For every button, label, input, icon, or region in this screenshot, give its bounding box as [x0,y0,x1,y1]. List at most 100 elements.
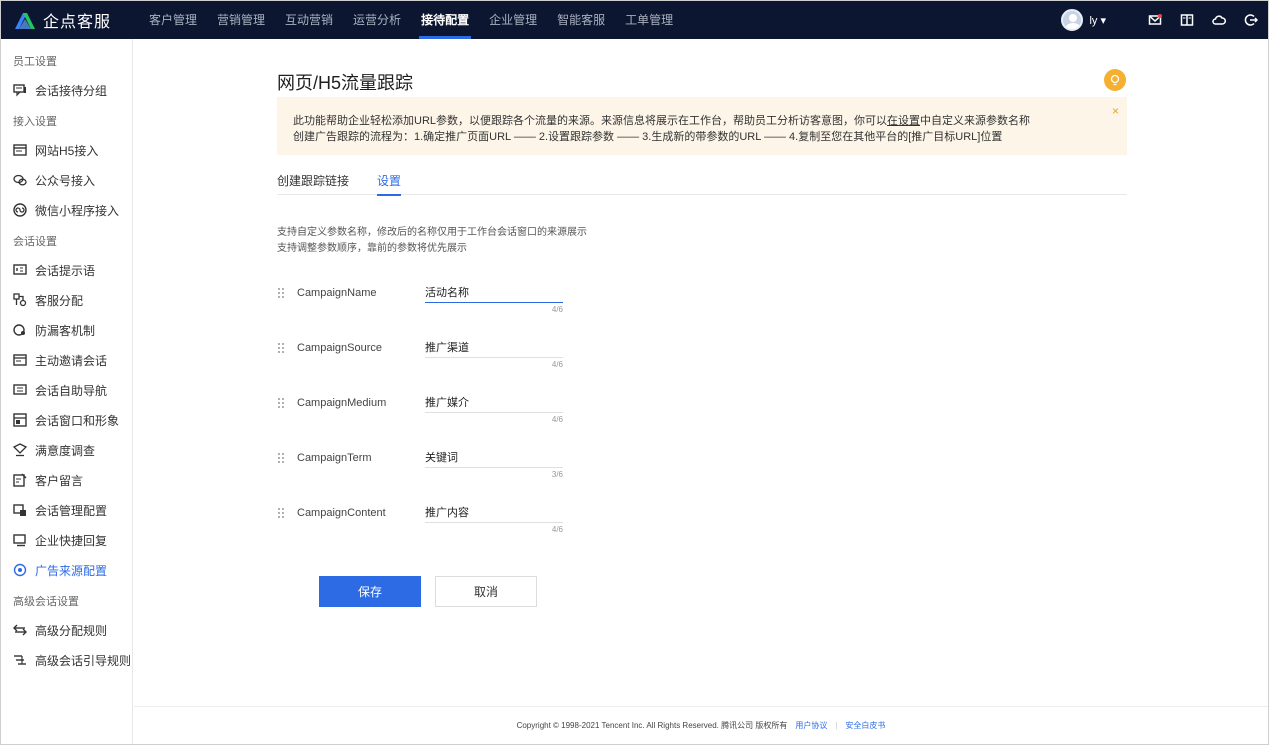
param-alias-input[interactable] [425,501,563,523]
sidebar-item-label: 会话接待分组 [35,83,108,98]
invite-icon [13,353,27,367]
tab-settings[interactable]: 设置 [377,171,402,196]
sidebar-item-leave-message[interactable]: 客户留言 [1,465,132,495]
sidebar-item-label: 广告来源配置 [35,563,108,578]
sidebar-item-label: 会话窗口和形象 [35,413,120,428]
param-name: CampaignTerm [297,452,372,464]
avatar[interactable] [1061,9,1084,31]
chat-group-icon [13,83,27,97]
param-name: CampaignMedium [297,397,387,409]
sidebar-item-guard[interactable]: 防漏客机制 [1,315,132,345]
sidebar-item-label: 防漏客机制 [35,323,96,338]
sidebar-item-label: 网站H5接入 [35,143,99,158]
settings-link[interactable]: 在设置 [887,115,920,127]
survey-icon [13,443,27,457]
close-icon[interactable]: × [1112,103,1119,119]
param-alias-input[interactable] [425,391,563,413]
info-notice: 此功能帮助企业轻松添加URL参数，以便跟踪各个流量的来源。来源信息将展示在工作台… [277,97,1127,155]
drag-handle-icon[interactable] [277,507,285,519]
mail-icon[interactable] [1148,13,1162,27]
param-row: CampaignMedium 4/6 [277,391,577,450]
nav-item-reception[interactable]: 接待配置 [411,1,479,39]
sidebar-item-quick-reply[interactable]: 企业快捷回复 [1,525,132,555]
param-name: CampaignName [297,287,377,299]
window-icon [13,413,27,427]
top-navbar: 企点客服 客户管理 营销管理 互动营销 运营分析 接待配置 企业管理 智能客服 … [1,1,1268,39]
sidebar-item-label: 客服分配 [35,293,84,308]
sidebar-item-label: 会话自助导航 [35,383,108,398]
drag-handle-icon[interactable] [277,397,285,409]
param-row: CampaignName 4/6 [277,281,577,340]
sidebar-item-assign[interactable]: 客服分配 [1,285,132,315]
param-row: CampaignTerm 3/6 [277,446,577,505]
footer: Copyright © 1998-2021 Tencent Inc. All R… [134,706,1268,744]
sidebar-item-ad-source[interactable]: 广告来源配置 [1,555,132,585]
drag-handle-icon[interactable] [277,287,285,299]
sidebar: 员工设置 会话接待分组 接入设置 网站H5接入 公众号接入 微信小程序接入 会话… [1,39,133,744]
nav-item-marketing[interactable]: 营销管理 [207,1,275,39]
sidebar-item-label: 客户留言 [35,473,84,488]
sidebar-item-label: 会话管理配置 [35,503,108,518]
sidebar-item-window[interactable]: 会话窗口和形象 [1,405,132,435]
nav-item-enterprise[interactable]: 企业管理 [479,1,547,39]
sidebar-item-web-h5[interactable]: 网站H5接入 [1,135,132,165]
wechat-icon [13,173,27,187]
sidebar-item-official-account[interactable]: 公众号接入 [1,165,132,195]
sidebar-item-label: 微信小程序接入 [35,203,120,218]
nav-item-smart-service[interactable]: 智能客服 [547,1,615,39]
cancel-button[interactable]: 取消 [435,576,537,607]
security-whitepaper-link[interactable]: 安全白皮书 [845,720,885,731]
sidebar-item-chat-group[interactable]: 会话接待分组 [1,75,132,105]
drag-handle-icon[interactable] [277,452,285,464]
sidebar-group-title: 会话设置 [13,236,57,248]
lightbulb-icon[interactable] [1104,69,1126,91]
mini-program-icon [13,203,27,217]
quick-reply-icon [13,533,27,547]
sidebar-item-manage-config[interactable]: 会话管理配置 [1,495,132,525]
param-alias-input[interactable] [425,336,563,358]
drag-handle-icon[interactable] [277,342,285,354]
guard-icon [13,323,27,337]
nav-item-customer[interactable]: 客户管理 [139,1,207,39]
sidebar-item-self-nav[interactable]: 会话自助导航 [1,375,132,405]
nav-item-analytics[interactable]: 运营分析 [343,1,411,39]
web-icon [13,143,27,157]
sidebar-item-label: 企业快捷回复 [35,533,108,548]
page-title: 网页/H5流量跟踪 [277,73,414,93]
sidebar-item-mini-program[interactable]: 微信小程序接入 [1,195,132,225]
username: ly [1089,14,1098,27]
char-count: 4/6 [551,360,563,369]
char-count: 4/6 [551,525,563,534]
sidebar-group-title: 高级会话设置 [13,596,79,608]
notice-line-1: 此功能帮助企业轻松添加URL参数，以便跟踪各个流量的来源。来源信息将展示在工作台… [293,115,1031,127]
sidebar-item-advanced-assign[interactable]: 高级分配规则 [1,615,132,645]
param-alias-input[interactable] [425,281,563,303]
app-logo[interactable]: 企点客服 [13,8,133,32]
sidebar-item-label: 满意度调查 [35,443,96,458]
user-menu[interactable]: ly ▾ [1089,14,1106,27]
sidebar-item-prompt[interactable]: 会话提示语 [1,255,132,285]
assign-icon [13,293,27,307]
param-name: CampaignContent [297,507,386,519]
logout-icon[interactable] [1244,13,1258,27]
tab-create-link[interactable]: 创建跟踪链接 [277,171,349,195]
book-icon[interactable] [1180,13,1194,27]
param-list: CampaignName 4/6 CampaignSource 4/6 Camp… [277,281,577,560]
save-button[interactable]: 保存 [319,576,421,607]
sidebar-item-label: 会话提示语 [35,263,96,278]
param-alias-input[interactable] [425,446,563,468]
param-row: CampaignSource 4/6 [277,336,577,395]
copyright-text: Copyright © 1998-2021 Tencent Inc. All R… [516,721,788,730]
sidebar-item-invite[interactable]: 主动邀请会话 [1,345,132,375]
nav-item-ticket[interactable]: 工单管理 [615,1,683,39]
sidebar-item-survey[interactable]: 满意度调查 [1,435,132,465]
sidebar-item-advanced-guide[interactable]: 高级会话引导规则 [1,645,132,675]
char-count: 4/6 [551,415,563,424]
sidebar-item-label: 高级分配规则 [35,623,108,638]
sidebar-item-label: 公众号接入 [35,173,96,188]
user-agreement-link[interactable]: 用户协议 [795,720,827,731]
nav-item-interactive[interactable]: 互动营销 [275,1,343,39]
tab-bar: 创建跟踪链接 设置 [277,171,1127,196]
cloud-icon[interactable] [1212,13,1226,27]
top-right-tools: ly ▾ [1061,1,1258,39]
